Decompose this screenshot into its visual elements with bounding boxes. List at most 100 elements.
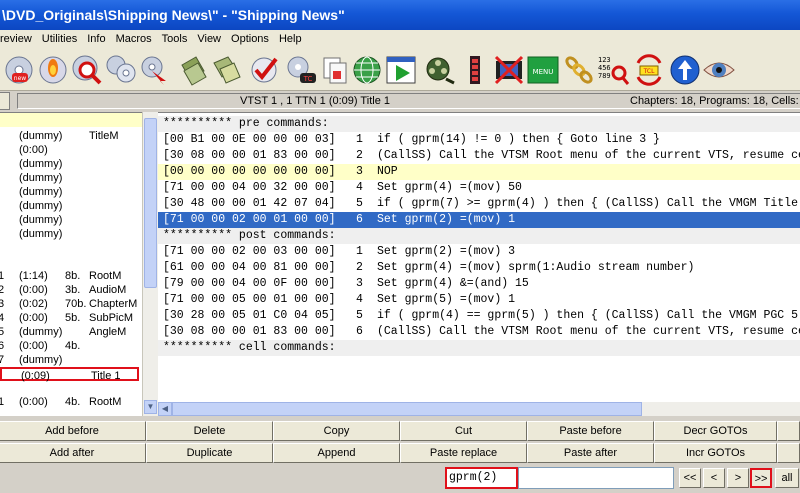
tree-row[interactable]: 3 (0:02) 70b.ChapterM [0, 297, 142, 311]
command-scroll-thumb[interactable] [172, 402, 642, 416]
menu-macros[interactable]: Macros [111, 30, 157, 49]
tree-row[interactable]: (dummy) [0, 199, 142, 213]
command-row[interactable]: [30 08 00 00 01 83 00 00] 2 (CallSS) Call … [158, 148, 800, 164]
command-section-header[interactable]: ********** post commands: [158, 228, 800, 244]
search-prev-button[interactable]: < [703, 468, 725, 488]
scroll-left-icon[interactable]: ◀ [158, 402, 172, 416]
paste-pages-icon[interactable] [210, 53, 244, 87]
copy-pages-icon[interactable] [176, 53, 210, 87]
command-row[interactable]: [71 00 00 02 00 03 00 00] 1 Set gprm(2) =(… [158, 244, 800, 260]
tree-row[interactable]: (dummy) [0, 213, 142, 227]
command-row[interactable]: [30 48 00 00 01 42 07 04] 5 if ( gprm(7) >… [158, 196, 800, 212]
command-row[interactable]: [61 00 00 04 00 81 00 00] 2 Set gprm(4) =(… [158, 260, 800, 276]
pgc-tree[interactable]: (dummy) TitleM (0:00) (dummy) (dummy) (dummy)… [0, 112, 142, 416]
tree-row[interactable]: (dummy) TitleM [0, 129, 142, 143]
search-first-button[interactable]: << [679, 468, 701, 488]
command-list[interactable]: ********** pre commands: [00 B1 00 0E 00 … [158, 112, 800, 402]
tcl-icon[interactable]: TCL [632, 53, 666, 87]
search-last-button[interactable]: >> [750, 468, 772, 488]
tree-row[interactable]: (dummy) [0, 171, 142, 185]
add-after-button[interactable]: Add after [0, 443, 146, 463]
menu-utilities[interactable]: Utilities [37, 30, 82, 49]
tree-row[interactable]: (0:00) [0, 143, 142, 157]
command-row[interactable]: [71 00 00 04 00 32 00 00] 4 Set gprm(4) =(… [158, 180, 800, 196]
tree-row[interactable]: (dummy) [0, 227, 142, 241]
menu-options[interactable]: Options [226, 30, 274, 49]
burn-disc-icon[interactable] [36, 53, 70, 87]
command-hscrollbar[interactable]: ◀ [158, 402, 800, 416]
decr-gotos-button[interactable]: Decr GOTOs [654, 421, 777, 441]
tree-row-selected[interactable]: (0:09) Title 1 [0, 367, 139, 382]
film-reel-icon[interactable] [422, 53, 456, 87]
search-disc-icon[interactable] [70, 53, 104, 87]
eye-icon[interactable] [702, 53, 736, 87]
cut-button[interactable]: Cut [400, 421, 527, 441]
command-hex: [30 08 00 00 01 83 00 00] [163, 325, 336, 338]
menu-info[interactable]: Info [82, 30, 110, 49]
menu-icon[interactable]: MENU [526, 53, 560, 87]
search-next-button[interactable]: > [727, 468, 749, 488]
command-row[interactable]: [71 00 00 05 00 01 00 00] 4 Set gprm(5) =(… [158, 292, 800, 308]
tree-scrollbar[interactable]: ▼ [142, 112, 158, 416]
globe-icon[interactable] [350, 53, 384, 87]
add-before-button[interactable]: Add before [0, 421, 146, 441]
tree-row[interactable] [0, 381, 142, 395]
menu-help[interactable]: Help [274, 30, 307, 49]
duplicate-button[interactable]: Duplicate [146, 443, 273, 463]
command-row[interactable]: [00 00 00 00 00 00 00 00] 3 NOP [158, 164, 800, 180]
tree-row[interactable]: 6 (0:00) 4b. [0, 339, 142, 353]
tree-row[interactable]: (dummy) [0, 157, 142, 171]
delete-button[interactable]: Delete [146, 421, 273, 441]
disc-arrow-icon[interactable] [138, 53, 172, 87]
menu-review[interactable]: review [0, 30, 37, 49]
tree-row[interactable] [0, 241, 142, 255]
tree-cell-a: 1 [0, 395, 4, 409]
tree-row[interactable]: 2 (0:00) 3b. AudioM [0, 283, 142, 297]
append-button[interactable]: Append [273, 443, 400, 463]
tree-row[interactable]: 4 (0:00) 5b. SubPicM [0, 311, 142, 325]
tree-row[interactable]: 5 (dummy) AngleM [0, 325, 142, 339]
paste-after-button[interactable]: Paste after [527, 443, 654, 463]
paste-replace-button[interactable]: Paste replace [400, 443, 527, 463]
up-arrow-icon[interactable] [668, 53, 702, 87]
copy-button[interactable]: Copy [273, 421, 400, 441]
extra-button-bottom[interactable] [777, 443, 800, 463]
menu-tools[interactable]: Tools [157, 30, 193, 49]
cross-film-icon[interactable] [492, 53, 526, 87]
menu-view[interactable]: View [192, 30, 226, 49]
tree-cell-b: (0:02) [19, 298, 48, 310]
command-row[interactable]: [30 28 00 05 01 C0 04 05] 5 if ( gprm(4) =… [158, 308, 800, 324]
disc-tc-icon[interactable]: TC [284, 53, 318, 87]
command-section-header[interactable]: ********** cell commands: [158, 340, 800, 356]
command-section-header[interactable]: ********** pre commands: [158, 116, 800, 132]
tree-row[interactable] [0, 255, 142, 269]
tree-row[interactable]: (dummy) [0, 185, 142, 199]
tree-scroll-thumb[interactable] [144, 118, 157, 288]
command-line-number: 1 [356, 133, 363, 146]
copy-docs-icon[interactable] [318, 53, 352, 87]
tree-cell-c: 5b. [65, 312, 81, 324]
command-row[interactable]: [30 08 00 00 01 83 00 00] 6 (CallSS) Call … [158, 324, 800, 340]
chain-icon[interactable] [562, 53, 596, 87]
search-input[interactable]: gprm(2) [445, 467, 518, 489]
film-strip-icon[interactable] [458, 53, 492, 87]
extra-button-top[interactable] [777, 421, 800, 441]
tree-row[interactable]: 1 (0:00) 4b. RootM [0, 395, 142, 409]
incr-gotos-button[interactable]: Incr GOTOs [654, 443, 777, 463]
check-page-icon[interactable] [248, 53, 282, 87]
command-row[interactable]: [00 B1 00 0E 00 00 00 03] 1 if ( gprm(14) … [158, 132, 800, 148]
search-input-rest[interactable] [518, 467, 674, 489]
command-row-selected[interactable]: [71 00 00 02 00 01 00 00] 6 Set gprm(2) =(… [158, 212, 800, 228]
numbers-search-icon[interactable]: 123 456 789 [596, 53, 630, 87]
tree-cell-c: 4b. [65, 340, 81, 352]
discs-icon[interactable] [104, 53, 138, 87]
search-all-button[interactable]: all [775, 468, 799, 488]
command-row[interactable]: [79 00 00 04 00 0F 00 00] 3 Set gprm(4) &=… [158, 276, 800, 292]
play-film-icon[interactable] [384, 53, 418, 87]
collapse-button[interactable] [0, 92, 10, 110]
paste-before-button[interactable]: Paste before [527, 421, 654, 441]
tree-row[interactable]: 7 (dummy) [0, 353, 142, 367]
tree-scroll-down-icon[interactable]: ▼ [144, 400, 157, 414]
new-disc-icon[interactable]: new [2, 53, 36, 87]
tree-row[interactable]: 1 (1:14) 8b. RootM [0, 269, 142, 283]
